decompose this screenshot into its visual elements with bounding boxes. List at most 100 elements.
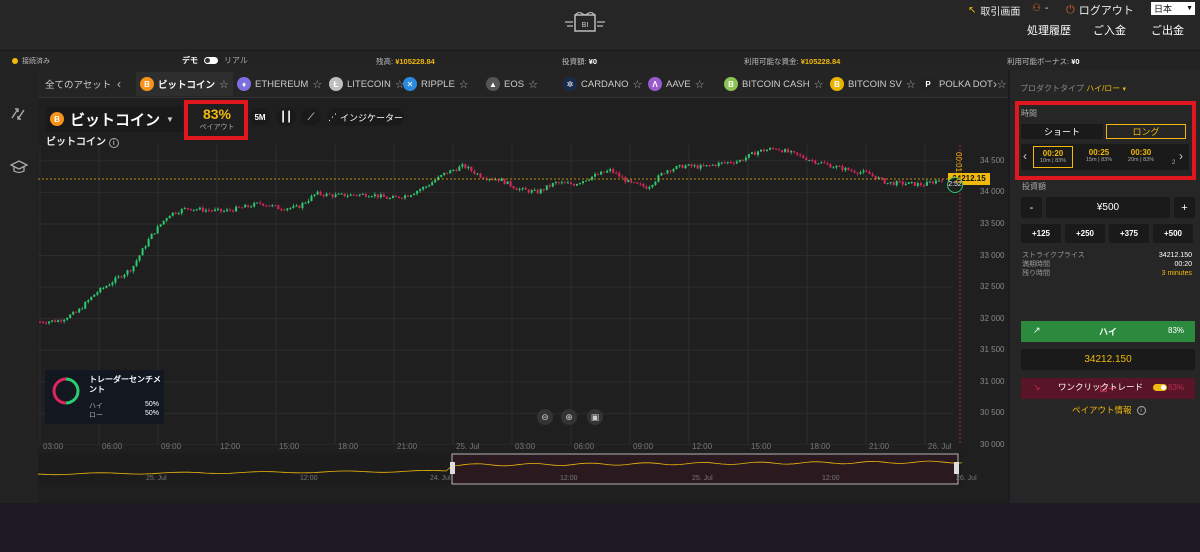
coin-icon: P [921, 77, 935, 91]
asset-tab[interactable]: ✲ CARDANO ☆ [563, 72, 642, 96]
one-click-toggle[interactable] [1153, 383, 1168, 391]
candle-body [925, 181, 928, 186]
trading-screen-link[interactable]: ↖ 取引画面 [968, 3, 1020, 18]
candle-body [391, 196, 394, 199]
candle-body [241, 207, 244, 209]
arrow-icon: ↖ [968, 5, 977, 16]
candle-body [482, 177, 485, 179]
candle-body [696, 165, 699, 169]
candle-body [542, 189, 545, 191]
price-chart[interactable] [38, 145, 1008, 445]
candle-body [256, 202, 259, 204]
asset-tab[interactable]: ✕ RIPPLE ☆ [403, 72, 469, 96]
decrease-amount-button[interactable]: - [1021, 197, 1042, 218]
asset-tab[interactable]: Ł LITECOIN ☆ [329, 72, 405, 96]
candle-body [717, 162, 720, 167]
user-menu[interactable]: ⚇ - [1032, 3, 1048, 14]
star-icon[interactable]: ☆ [528, 78, 538, 91]
star-icon[interactable]: ☆ [695, 78, 705, 91]
coin-icon: B [830, 77, 844, 91]
asset-selector[interactable]: B ビットコイン ▼ [46, 106, 183, 132]
candle-body [168, 215, 171, 219]
asset-tab[interactable]: B BITCOIN CASH ☆ [724, 72, 823, 96]
candle-body [871, 174, 874, 176]
candle-body [624, 177, 627, 183]
asset-tab[interactable]: ▲ EOS ☆ [486, 72, 538, 96]
candle-body [654, 181, 657, 185]
amount-input[interactable]: ¥500 [1046, 197, 1170, 218]
candle-body [850, 170, 853, 172]
candle-type-button[interactable]: ┃┃ [276, 108, 296, 126]
candle-body [666, 170, 669, 174]
candle-body [102, 287, 105, 289]
candle-body [732, 162, 735, 164]
product-type-value[interactable]: ハイ/ロー [1086, 84, 1120, 93]
candle-body [358, 194, 361, 196]
toggle-switch[interactable] [204, 57, 218, 64]
crest-logo-icon[interactable]: BI [563, 12, 607, 34]
withdraw-link[interactable]: ご出金 [1151, 22, 1184, 38]
candle-body [229, 209, 232, 211]
trade-arrows-icon[interactable] [10, 106, 26, 122]
candle-body [582, 181, 584, 184]
zoom-in-icon[interactable]: ⊕ [561, 409, 577, 425]
asset-tab[interactable]: ♦ ETHEREUM ☆ [237, 72, 322, 96]
price-display: 34212.150 [1021, 349, 1195, 370]
increase-amount-button[interactable]: + [1174, 197, 1195, 218]
star-icon[interactable]: ☆ [633, 78, 643, 91]
education-cap-icon[interactable] [10, 160, 28, 174]
history-link[interactable]: 処理履歴 [1027, 22, 1071, 38]
tabs-prev-icon[interactable]: ‹ [117, 72, 121, 96]
chevron-down-icon: ▼ [1186, 5, 1193, 12]
x-tick-label: 06:00 [102, 442, 123, 451]
tabs-next-icon[interactable]: › [993, 72, 997, 96]
candle-body [633, 182, 636, 184]
zoom-out-icon[interactable]: ⊖ [537, 409, 553, 425]
candle-body [648, 187, 651, 189]
timeframe-button[interactable]: 5M [250, 108, 270, 126]
all-assets-button[interactable]: 全てのアセット [45, 72, 111, 96]
candle-body [60, 320, 63, 322]
candle-body [515, 188, 518, 190]
deposit-link[interactable]: ご入金 [1093, 22, 1126, 38]
fit-screen-icon[interactable]: ▣ [587, 409, 603, 425]
candle-body [630, 180, 633, 183]
amount-preset-button[interactable]: +375 [1109, 224, 1149, 243]
star-icon[interactable]: ☆ [997, 78, 1007, 91]
payout-info-link[interactable]: ペイアウト情報 i [1072, 404, 1146, 416]
star-icon[interactable]: ☆ [312, 78, 322, 91]
candle-body [823, 162, 826, 164]
trade-panel: プロダクトタイプ ハイ/ロー ▾ 時間 ショート ロング ‹ 00:20 10m … [1010, 70, 1200, 503]
candle-body [325, 193, 328, 197]
language-select[interactable]: 日本 ▼ [1151, 2, 1195, 15]
y-tick-label: 32 000 [980, 313, 1005, 323]
indicator-button[interactable]: ⋰ インジケーター [327, 108, 404, 126]
asset-tab[interactable]: Λ AAVE ☆ [648, 72, 705, 96]
trade-info: ストライクプライス 34212.150 満期時間 00:20 残り時間 3 minut… [1022, 252, 1192, 277]
logout-button[interactable]: ⏻ ログアウト [1066, 2, 1134, 18]
high-button[interactable]: ↗ ハイ 83% [1021, 321, 1195, 342]
candle-body [940, 180, 943, 182]
candle-body [413, 193, 416, 196]
candle-body [126, 270, 129, 275]
demo-real-toggle[interactable]: デモ リアル [182, 55, 248, 66]
navigator-handle[interactable] [450, 462, 455, 474]
candle-body [419, 189, 422, 191]
star-icon[interactable]: ☆ [219, 78, 229, 91]
amount-preset-button[interactable]: +500 [1153, 224, 1193, 243]
asset-tab[interactable]: B BITCOIN SV ☆ [830, 72, 916, 96]
asset-tab[interactable]: B ビットコイン ☆ [136, 72, 233, 96]
star-icon[interactable]: ☆ [814, 78, 824, 91]
amount-preset-button[interactable]: +250 [1065, 224, 1105, 243]
candle-body [702, 165, 705, 167]
candle-body [476, 173, 479, 175]
navigator-handle[interactable] [954, 462, 959, 474]
star-icon[interactable]: ☆ [459, 78, 469, 91]
candle-body [533, 189, 536, 191]
amount-preset-button[interactable]: +125 [1021, 224, 1061, 243]
candle-body [120, 276, 123, 278]
candle-body [675, 166, 678, 170]
candle-body [177, 213, 180, 215]
drawing-tool-button[interactable]: ⟋ [301, 108, 321, 126]
star-icon[interactable]: ☆ [906, 78, 916, 91]
